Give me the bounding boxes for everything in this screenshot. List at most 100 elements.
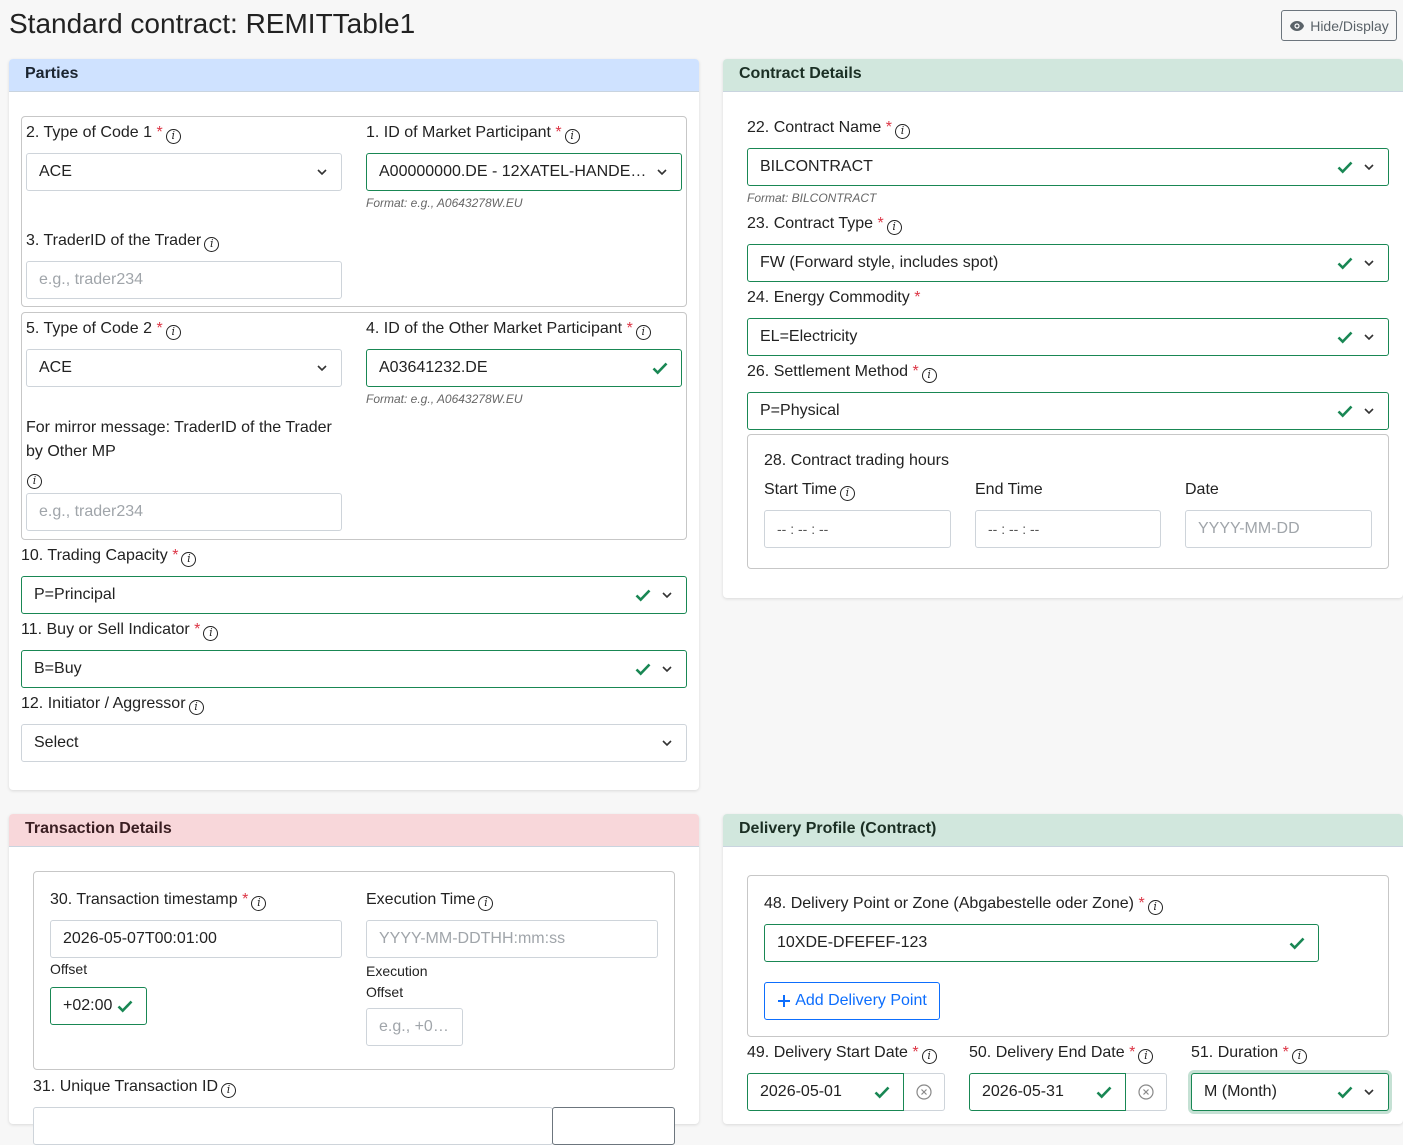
check-icon: [1337, 331, 1353, 344]
transaction-timestamp-input[interactable]: 2026-05-07T00:01:00: [50, 920, 342, 958]
check-icon: [874, 1086, 890, 1099]
plus-icon: [778, 995, 791, 1007]
parties-header: Parties: [9, 59, 699, 92]
chevron-down-icon: [1364, 334, 1374, 341]
transaction-details-header: Transaction Details: [9, 814, 699, 847]
clear-circle-icon: [916, 1084, 932, 1100]
clear-start-date-button[interactable]: [904, 1073, 945, 1111]
execution-offset-label: Execution Offset: [366, 963, 428, 1000]
delivery-end-date-label: 50. Delivery End Date * i: [969, 1044, 1154, 1064]
add-delivery-point-button[interactable]: Add Delivery Point: [764, 982, 940, 1020]
check-icon: [1096, 1086, 1112, 1099]
unique-transaction-id-input[interactable]: [33, 1107, 553, 1145]
chevron-down-icon: [1364, 1089, 1374, 1096]
chevron-down-icon: [1364, 408, 1374, 415]
trading-hours-label: 28. Contract trading hours: [764, 452, 949, 469]
date-input[interactable]: YYYY-MM-DD: [1185, 510, 1372, 548]
energy-commodity-label: 24. Energy Commodity *: [747, 289, 921, 306]
check-icon: [1337, 161, 1353, 174]
info-icon[interactable]: i: [203, 626, 219, 641]
check-icon: [652, 362, 668, 375]
info-icon[interactable]: i: [188, 700, 204, 715]
chevron-down-icon: [662, 592, 672, 599]
mirror-trader-input[interactable]: e.g., trader234: [26, 493, 342, 531]
info-icon[interactable]: i: [921, 368, 937, 383]
clear-end-date-button[interactable]: [1126, 1073, 1167, 1111]
id-market-participant-label: 1. ID of Market Participant * i: [366, 124, 580, 144]
execution-offset-input[interactable]: e.g., +02:00: [366, 1008, 463, 1046]
trader-id-label: 3. TraderID of the Trader i: [26, 232, 220, 252]
id-market-participant-select[interactable]: A00000000.DE - 12XATEL-HANDEL-1: [366, 153, 682, 191]
contract-name-hint: Format: BILCONTRACT: [747, 191, 877, 205]
info-icon[interactable]: i: [181, 552, 197, 567]
execution-time-label: Execution Time i: [366, 891, 494, 911]
energy-commodity-select[interactable]: EL=Electricity: [747, 318, 1389, 356]
check-icon: [635, 663, 651, 676]
delivery-point-label: 48. Delivery Point or Zone (Abgabestelle…: [764, 895, 1163, 915]
check-icon: [1337, 405, 1353, 418]
info-icon[interactable]: i: [478, 896, 494, 911]
info-icon[interactable]: i: [251, 896, 267, 911]
info-icon[interactable]: i: [894, 124, 910, 139]
id-other-participant-hint: Format: e.g., A0643278W.EU: [366, 392, 523, 406]
duration-select[interactable]: M (Month): [1191, 1073, 1389, 1111]
initiator-select[interactable]: Select: [21, 724, 687, 762]
start-time-label: Start Time i: [764, 481, 855, 501]
execution-time-input[interactable]: YYYY-MM-DDTHH:mm:ss: [366, 920, 658, 958]
contract-details-header: Contract Details: [723, 59, 1403, 92]
buy-sell-label: 11. Buy or Sell Indicator * i: [21, 621, 219, 641]
info-icon[interactable]: i: [27, 474, 42, 489]
end-time-input[interactable]: -- : -- : --: [975, 510, 1161, 548]
id-other-participant-input[interactable]: A03641232.DE: [366, 349, 682, 387]
date-label: Date: [1185, 481, 1219, 498]
id-market-participant-hint: Format: e.g., A0643278W.EU: [366, 196, 523, 210]
start-time-input[interactable]: -- : -- : --: [764, 510, 951, 548]
duration-label: 51. Duration * i: [1191, 1044, 1307, 1064]
settlement-select[interactable]: P=Physical: [747, 392, 1389, 430]
check-icon: [1337, 257, 1353, 270]
type-code-2-select[interactable]: ACE: [26, 349, 342, 387]
info-icon[interactable]: i: [165, 129, 181, 144]
check-icon: [1337, 1086, 1353, 1099]
info-icon[interactable]: i: [221, 1083, 236, 1098]
unique-transaction-id-label: 31. Unique Transaction ID i: [33, 1078, 236, 1098]
info-icon[interactable]: i: [204, 237, 220, 252]
check-icon: [1289, 937, 1305, 950]
chevron-down-icon: [657, 169, 667, 176]
info-icon[interactable]: i: [1291, 1049, 1307, 1064]
offset-label: Offset: [50, 961, 88, 977]
offset-input[interactable]: +02:00: [50, 987, 147, 1025]
trader-id-input[interactable]: e.g., trader234: [26, 261, 342, 299]
contract-name-label: 22. Contract Name * i: [747, 119, 910, 139]
info-icon[interactable]: i: [1138, 1049, 1154, 1064]
type-code-1-label: 2. Type of Code 1 * i: [26, 124, 181, 144]
chevron-down-icon: [1364, 260, 1374, 267]
info-icon[interactable]: i: [839, 486, 855, 501]
contract-type-select[interactable]: FW (Forward style, includes spot): [747, 244, 1389, 282]
delivery-profile-header: Delivery Profile (Contract): [723, 814, 1403, 847]
end-time-label: End Time: [975, 481, 1043, 498]
info-icon[interactable]: i: [921, 1049, 937, 1064]
type-code-1-select[interactable]: ACE: [26, 153, 342, 191]
transaction-timestamp-label: 30. Transaction timestamp * i: [50, 891, 267, 911]
trading-capacity-label: 10. Trading Capacity * i: [21, 547, 197, 567]
chevron-down-icon: [317, 365, 327, 372]
delivery-start-date-label: 49. Delivery Start Date * i: [747, 1044, 937, 1064]
trading-capacity-select[interactable]: P=Principal: [21, 576, 687, 614]
info-icon[interactable]: i: [564, 129, 580, 144]
info-icon[interactable]: i: [635, 325, 651, 340]
info-icon[interactable]: i: [886, 220, 902, 235]
delivery-end-date-input[interactable]: 2026-05-31: [969, 1073, 1126, 1111]
delivery-point-input[interactable]: 10XDE-DFEFEF-123: [764, 924, 1319, 962]
mirror-trader-label: For mirror message: TraderID of the Trad…: [26, 419, 332, 460]
clear-circle-icon: [1138, 1084, 1154, 1100]
buy-sell-select[interactable]: B=Buy: [21, 650, 687, 688]
info-icon[interactable]: i: [1147, 900, 1163, 915]
chevron-down-icon: [317, 169, 327, 176]
unique-transaction-id-button[interactable]: [552, 1107, 675, 1145]
contract-name-select[interactable]: BILCONTRACT: [747, 148, 1389, 186]
chevron-down-icon: [662, 666, 672, 673]
hide-display-button[interactable]: Hide/Display: [1281, 10, 1397, 41]
delivery-start-date-input[interactable]: 2026-05-01: [747, 1073, 904, 1111]
info-icon[interactable]: i: [165, 325, 181, 340]
